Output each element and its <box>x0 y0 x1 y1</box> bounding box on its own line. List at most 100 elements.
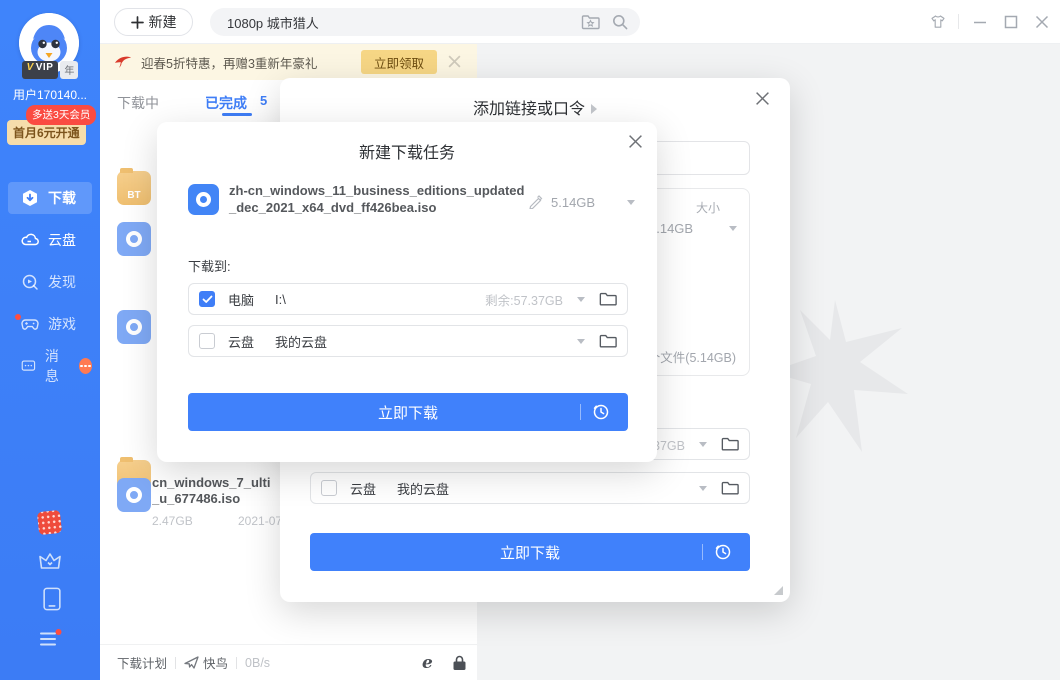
chevron-down-icon[interactable] <box>729 226 737 231</box>
cloud-path: 我的云盘 <box>397 479 449 498</box>
search-value: 1080p 城市猎人 <box>227 13 581 32</box>
swallow-icon <box>114 55 132 69</box>
sidebar: VVIP 年 用户170140... 多送3天会员 首月6元开通 下载 云盘 发… <box>0 0 100 680</box>
cloud-path: 我的云盘 <box>275 332 327 351</box>
task-file-name: zh-cn_windows_11_business_editions_updat… <box>229 182 525 216</box>
pc-checkbox[interactable] <box>199 291 215 307</box>
claim-now-button[interactable]: 立即领取 <box>361 50 437 74</box>
close-dialog-icon[interactable] <box>755 91 770 106</box>
vip-year-badge: 年 <box>60 61 78 79</box>
gamepad-icon <box>21 315 39 333</box>
fast-bird-link[interactable]: 快鸟 <box>203 653 228 672</box>
chevron-down-icon[interactable] <box>699 486 707 491</box>
status-bar: 下载计划 快鸟 0B/s e <box>100 644 477 680</box>
browser-e-icon[interactable]: e <box>422 653 433 673</box>
promo-banner: 迎春5折特惠，再赠3重新年豪礼 立即领取 <box>100 44 477 80</box>
crown-icon[interactable] <box>38 549 62 573</box>
schedule-clock-icon[interactable] <box>592 403 610 421</box>
maximize-icon[interactable] <box>1003 14 1019 30</box>
iso-task-icon[interactable] <box>117 222 151 256</box>
vip-badges[interactable]: VVIP 年 <box>0 61 100 79</box>
file-date: 2021-07 <box>238 514 282 528</box>
files-summary: 个文件(5.14GB) <box>648 347 736 366</box>
mobile-phone-icon[interactable] <box>40 587 64 611</box>
expand-arrow-icon[interactable] <box>591 104 597 114</box>
sidebar-item-messages[interactable]: 消息 <box>8 350 92 382</box>
discover-icon <box>21 273 39 291</box>
download-plan-link[interactable]: 下载计划 <box>117 653 167 672</box>
iso-task-icon[interactable] <box>117 478 151 512</box>
speed-value: 0B/s <box>245 656 270 670</box>
download-icon <box>21 189 39 207</box>
browse-folder-icon[interactable] <box>721 436 739 452</box>
close-window-icon[interactable] <box>1034 14 1050 30</box>
message-icon <box>21 357 36 375</box>
collection-folder-icon[interactable] <box>581 14 600 30</box>
chevron-down-icon[interactable] <box>577 297 585 302</box>
lock-icon[interactable] <box>452 655 467 671</box>
bird-watermark <box>770 300 910 470</box>
chevron-down-icon[interactable] <box>699 442 707 447</box>
sidebar-item-label: 消息 <box>45 346 68 386</box>
red-packet-grid-icon[interactable] <box>38 511 62 535</box>
skin-shirt-icon[interactable] <box>930 14 946 30</box>
search-icon[interactable] <box>612 14 628 30</box>
save-to-pc-row[interactable]: 电脑 I:\ 剩余:57.37GB <box>188 283 628 315</box>
download-now-label: 立即下载 <box>500 542 560 563</box>
active-tab-underline <box>222 113 252 116</box>
file-name: cn_windows_7_ulti <box>152 475 282 491</box>
bt-task-icon[interactable]: BT <box>117 171 151 205</box>
divider <box>958 14 959 29</box>
plus-icon <box>131 16 144 29</box>
promo-message: 迎春5折特惠，再赠3重新年豪礼 <box>141 53 317 72</box>
resize-handle[interactable] <box>774 586 783 595</box>
pc-label: 电脑 <box>228 290 254 309</box>
sidebar-item-label: 发现 <box>48 272 76 292</box>
new-task-label: 新建 <box>149 12 177 32</box>
username[interactable]: 用户170140... <box>0 86 100 103</box>
sidebar-item-download[interactable]: 下载 <box>8 182 92 214</box>
edit-pencil-icon[interactable] <box>528 194 543 209</box>
schedule-clock-icon[interactable] <box>714 543 732 561</box>
bt-label: BT <box>127 190 140 201</box>
cloud-checkbox[interactable] <box>199 333 215 349</box>
cloud-label: 云盘 <box>228 332 254 351</box>
fast-bird-icon <box>184 656 199 669</box>
menu-icon[interactable] <box>38 627 62 651</box>
sidebar-item-cloud[interactable]: 云盘 <box>8 224 92 256</box>
member-gift-badge: 多送3天会员 <box>26 105 96 125</box>
task-dialog-title: 新建下载任务 <box>157 139 657 163</box>
download-to-label: 下载到: <box>188 256 231 275</box>
cloud-icon <box>21 231 39 249</box>
iso-task-icon[interactable] <box>117 310 151 344</box>
new-task-button[interactable]: 新建 <box>114 8 193 36</box>
sidebar-item-games[interactable]: 游戏 <box>8 308 92 340</box>
download-now-button[interactable]: 立即下载 <box>188 393 628 431</box>
sidebar-item-label: 游戏 <box>48 314 76 334</box>
file-name: _u_677486.iso <box>152 491 282 507</box>
banner-close-icon[interactable] <box>447 54 462 69</box>
sidebar-item-label: 云盘 <box>48 230 76 250</box>
add-dialog-title: 添加链接或口令 <box>280 95 790 119</box>
chevron-down-icon[interactable] <box>627 200 635 205</box>
close-dialog-icon[interactable] <box>628 134 643 149</box>
save-to-cloud-row[interactable]: 云盘 我的云盘 <box>310 472 750 504</box>
remaining-space: 剩余:57.37GB <box>485 290 563 309</box>
browse-folder-icon[interactable] <box>599 291 617 307</box>
browse-folder-icon[interactable] <box>721 480 739 496</box>
tab-downloading[interactable]: 下载中 <box>117 93 159 113</box>
minimize-icon[interactable] <box>972 14 988 30</box>
pc-path: I:\ <box>275 292 286 307</box>
cloud-label: 云盘 <box>350 479 376 498</box>
app-window: 迎春5折特惠，再赠3重新年豪礼 立即领取 下载中 已完成 5 BT BT cn_… <box>0 0 1060 680</box>
sidebar-item-discover[interactable]: 发现 <box>8 266 92 298</box>
save-to-cloud-row[interactable]: 云盘 我的云盘 <box>188 325 628 357</box>
message-count-badge <box>79 358 92 374</box>
chevron-down-icon[interactable] <box>577 339 585 344</box>
tab-completed[interactable]: 已完成 <box>205 93 247 113</box>
download-now-button[interactable]: 立即下载 <box>310 533 750 571</box>
search-input[interactable]: 1080p 城市猎人 <box>210 8 640 36</box>
cloud-checkbox[interactable] <box>321 480 337 496</box>
notification-dot <box>15 314 21 320</box>
browse-folder-icon[interactable] <box>599 333 617 349</box>
